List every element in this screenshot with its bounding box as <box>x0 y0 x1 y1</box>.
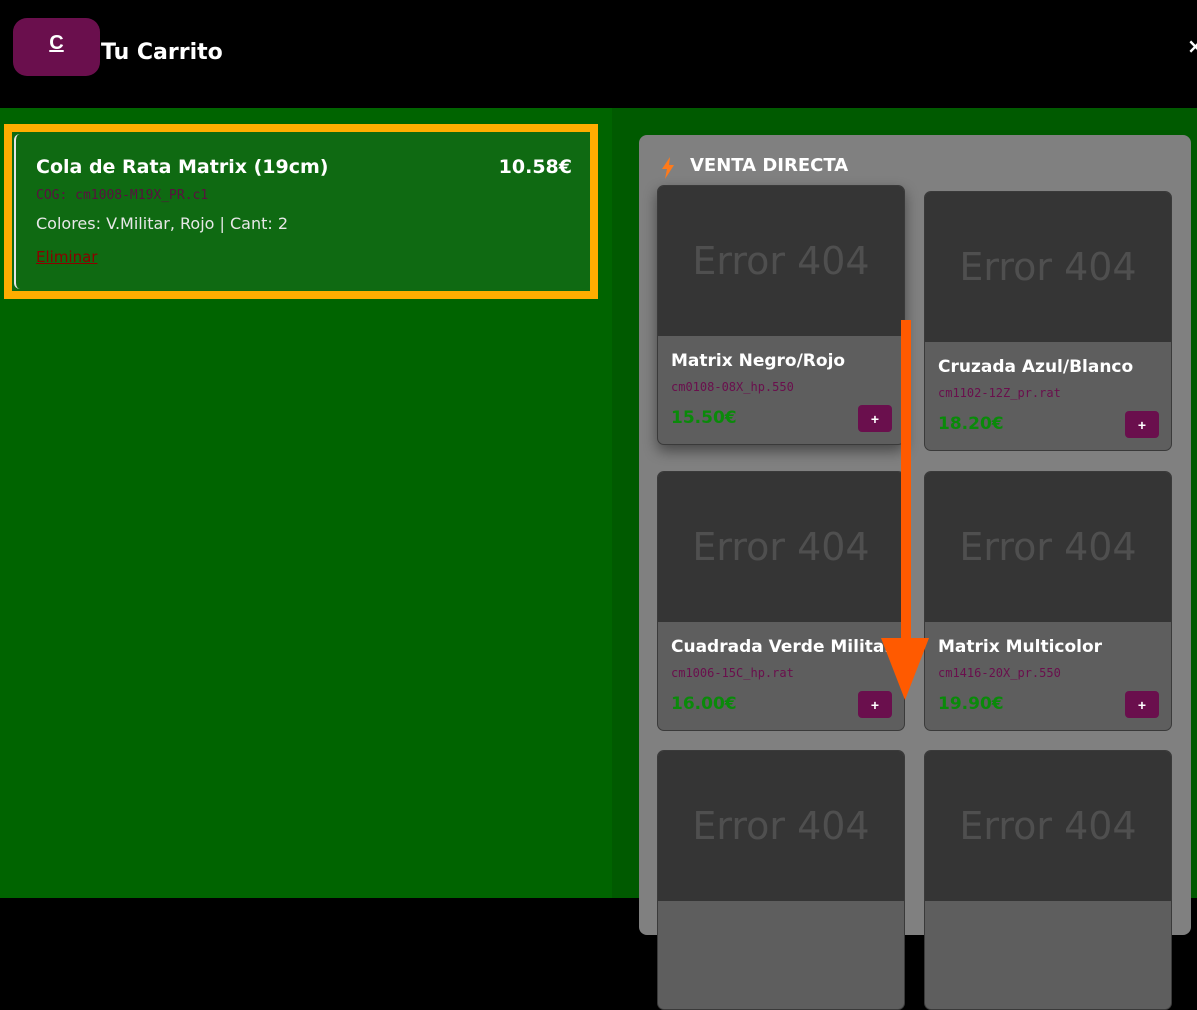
product-name: Cuadrada Verde Militar <box>671 637 893 657</box>
add-to-cart-button[interactable]: + <box>1125 411 1159 438</box>
product-card[interactable]: Error 404 Cruzada Azul/Blanco cm1102-12Z… <box>924 191 1172 451</box>
product-code: cm0108-08X_hp.550 <box>671 380 794 394</box>
product-name: Matrix Negro/Rojo <box>671 351 846 371</box>
scroll-down-arrow-icon <box>881 320 929 700</box>
product-image: Error 404 <box>658 751 904 901</box>
product-image: Error 404 <box>925 751 1171 901</box>
add-to-cart-button[interactable]: + <box>1125 691 1159 718</box>
lightning-icon <box>662 157 674 179</box>
product-image: Error 404 <box>658 186 904 336</box>
cart-item-code: COG: cm1008-M19X_PR.c1 <box>36 188 209 203</box>
cart-item-details: Colores: V.Militar, Rojo | Cant: 2 <box>36 214 289 233</box>
product-code: cm1006-15C_hp.rat <box>671 666 794 680</box>
product-price: 18.20€ <box>938 414 1004 434</box>
cart-item: Cola de Rata Matrix (19cm) 10.58€ COG: c… <box>4 124 598 299</box>
logo-button[interactable]: C <box>13 18 100 76</box>
product-name: Cruzada Azul/Blanco <box>938 357 1134 377</box>
product-image: Error 404 <box>658 472 904 622</box>
product-price: 19.90€ <box>938 694 1004 714</box>
product-card[interactable]: Error 404 <box>657 750 905 1010</box>
product-card[interactable]: Error 404 Matrix Negro/Rojo cm0108-08X_h… <box>657 185 905 445</box>
product-image: Error 404 <box>925 192 1171 342</box>
product-price: 16.00€ <box>671 694 737 714</box>
cart-item-price: 10.58€ <box>498 156 572 178</box>
product-code: cm1102-12Z_pr.rat <box>938 386 1061 400</box>
product-image: Error 404 <box>925 472 1171 622</box>
product-card[interactable]: Error 404 <box>924 750 1172 1010</box>
remove-link[interactable]: Eliminar <box>36 248 97 266</box>
product-card[interactable]: Error 404 Matrix Multicolor cm1416-20X_p… <box>924 471 1172 731</box>
product-code: cm1416-20X_pr.550 <box>938 666 1061 680</box>
product-price: 15.50€ <box>671 408 737 428</box>
product-name: Matrix Multicolor <box>938 637 1103 657</box>
close-icon[interactable]: × <box>1187 34 1197 56</box>
header: C Tu Carrito × <box>0 0 1197 108</box>
cart-item-name: Cola de Rata Matrix (19cm) <box>36 156 329 178</box>
cart-panel: Cola de Rata Matrix (19cm) 10.58€ COG: c… <box>0 108 612 898</box>
cart-item-card: Cola de Rata Matrix (19cm) 10.58€ COG: c… <box>14 134 588 289</box>
page-title: Tu Carrito <box>101 40 223 65</box>
shop-title: VENTA DIRECTA <box>690 155 849 176</box>
product-card[interactable]: Error 404 Cuadrada Verde Militar cm1006-… <box>657 471 905 731</box>
